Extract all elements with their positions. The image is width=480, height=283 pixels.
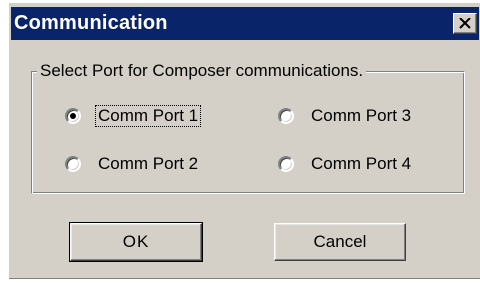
ok-button-label: OK bbox=[122, 232, 150, 251]
title-bar[interactable]: Communication bbox=[11, 7, 479, 40]
dialog-bottom-edge bbox=[9, 278, 480, 279]
radio-button-icon[interactable] bbox=[65, 156, 81, 172]
ok-button[interactable]: OK bbox=[69, 222, 203, 262]
cancel-button[interactable]: Cancel bbox=[274, 223, 406, 261]
cancel-button-label: Cancel bbox=[313, 232, 367, 251]
radio-label[interactable]: Comm Port 1 bbox=[94, 105, 202, 127]
radio-comm-port-2[interactable]: Comm Port 2 bbox=[65, 153, 200, 175]
port-selection-group: Select Port for Composer communications.… bbox=[31, 59, 465, 194]
radio-button-icon[interactable] bbox=[278, 156, 294, 172]
radio-selected-dot bbox=[70, 113, 76, 119]
window-title: Communication bbox=[14, 12, 168, 34]
communication-dialog: Communication Select Port for Composer c… bbox=[8, 2, 480, 279]
radio-comm-port-1[interactable]: Comm Port 1 bbox=[65, 105, 202, 127]
radio-button-icon[interactable] bbox=[278, 108, 294, 124]
radio-label[interactable]: Comm Port 3 bbox=[309, 106, 413, 126]
group-label: Select Port for Composer communications. bbox=[37, 59, 367, 83]
close-button[interactable] bbox=[453, 13, 477, 34]
radio-label[interactable]: Comm Port 4 bbox=[309, 154, 413, 174]
radio-button-icon[interactable] bbox=[65, 108, 81, 124]
radio-label[interactable]: Comm Port 2 bbox=[96, 154, 200, 174]
radio-comm-port-3[interactable]: Comm Port 3 bbox=[278, 105, 413, 127]
close-icon bbox=[459, 18, 471, 29]
radio-comm-port-4[interactable]: Comm Port 4 bbox=[278, 153, 413, 175]
